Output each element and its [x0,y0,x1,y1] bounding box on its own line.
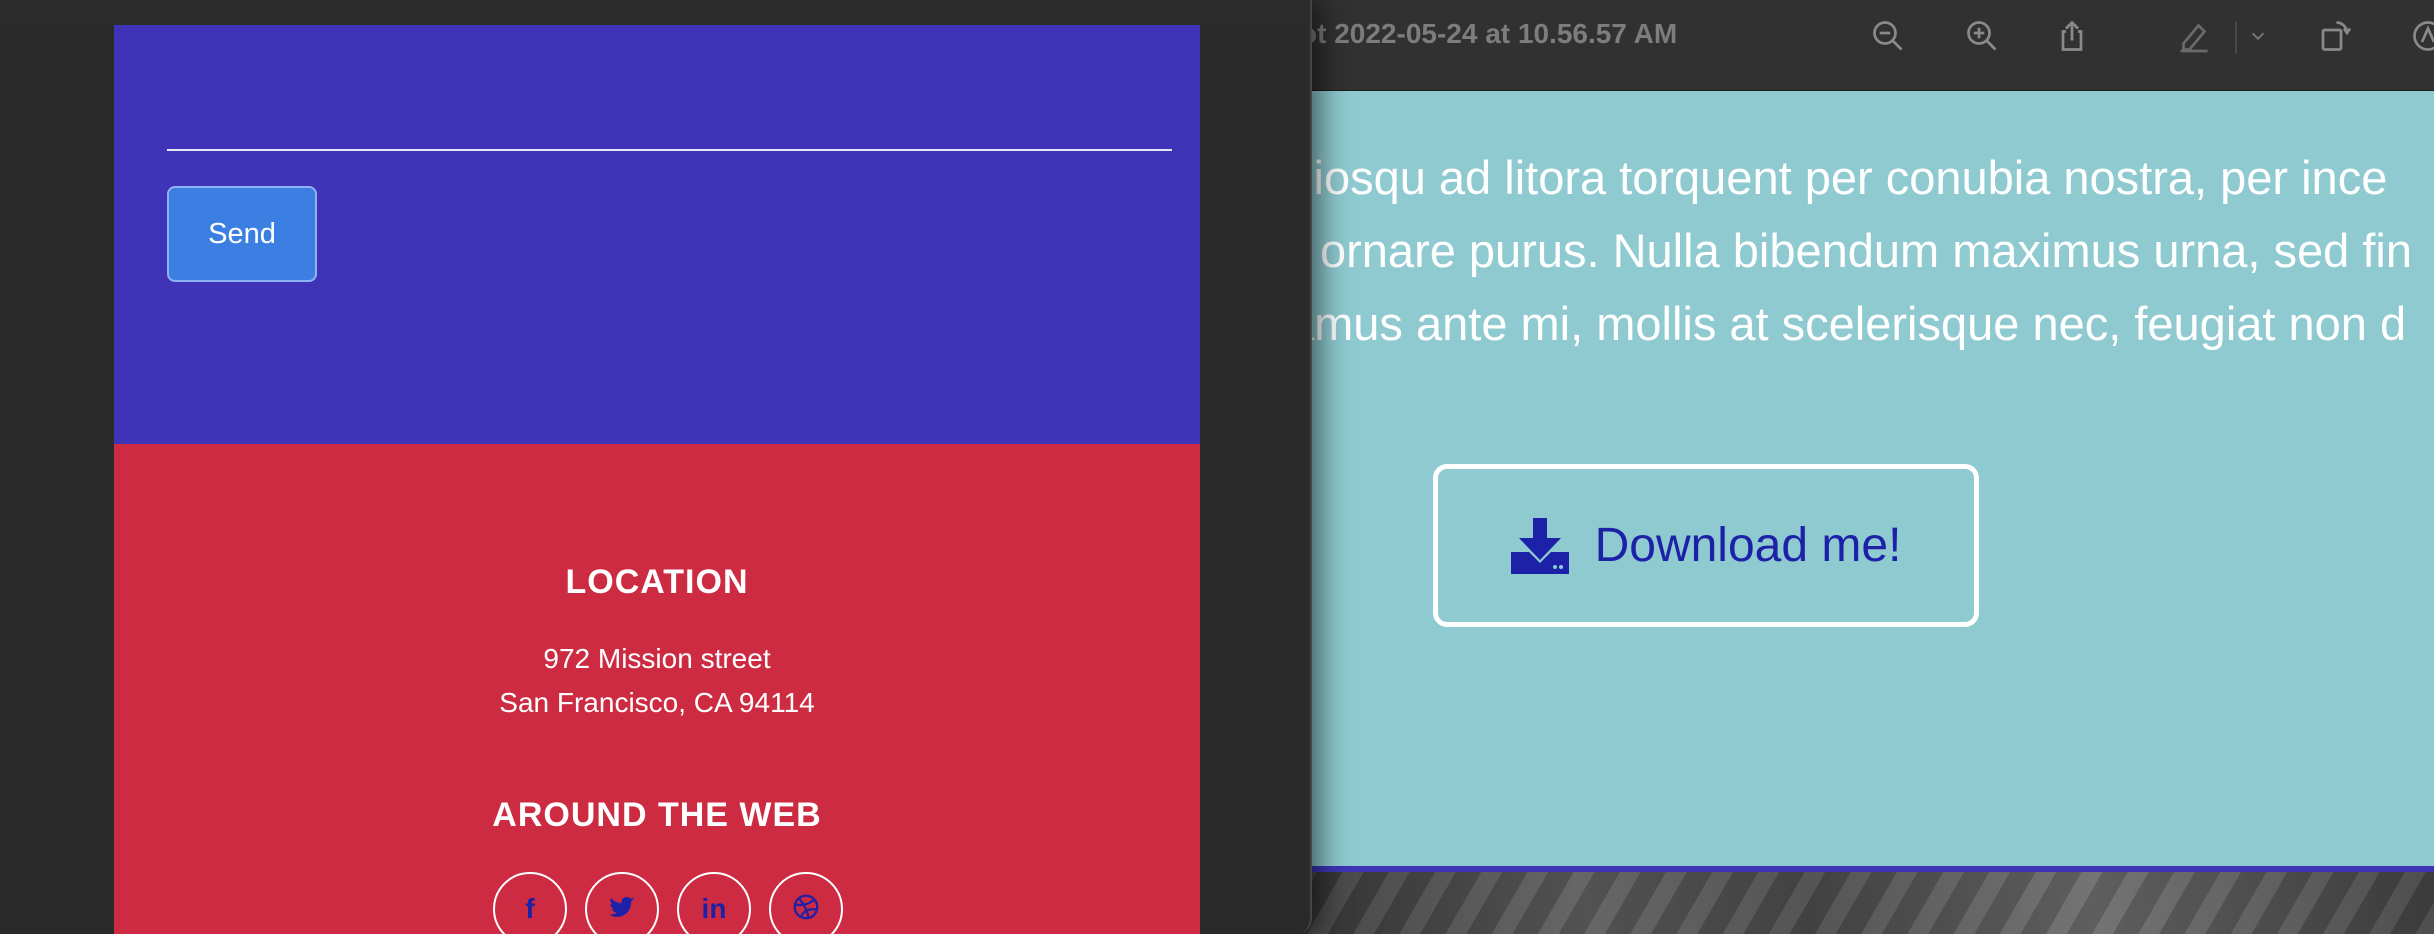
message-field-underline[interactable] [167,149,1172,151]
dribbble-link[interactable] [769,872,843,934]
rotate-icon[interactable] [2315,16,2355,56]
paragraph-line: ornare purus. Nulla bibendum maximus urn… [1320,224,2412,277]
preview-window: ot 2022-05-24 at 10.56.57 AM ciosqu ad l… [1250,0,2434,872]
around-the-web-heading: AROUND THE WEB [492,796,822,834]
chevron-down-icon[interactable] [2244,16,2272,56]
browser-window: Send LOCATION 972 Mission street San Fra… [0,0,1312,934]
dribbble-icon [791,892,821,927]
annotate-icon[interactable] [2408,16,2434,56]
page-bottom-border [1250,866,2434,872]
window-title: ot 2022-05-24 at 10.56.57 AM [1300,18,1678,49]
preview-toolbar: ot 2022-05-24 at 10.56.57 AM [1250,0,2434,91]
preview-document: ciosqu ad litora torquent per conubia no… [1250,91,2434,867]
browser-titlebar [0,0,1310,25]
location-heading: LOCATION [565,563,749,601]
download-icon [1510,517,1569,574]
twitter-icon [607,892,637,927]
share-icon[interactable] [2052,16,2092,56]
zoom-in-icon[interactable] [1962,16,2002,56]
contact-section: Send [114,25,1200,444]
twitter-link[interactable] [585,872,659,934]
download-label: Download me! [1594,519,1902,572]
send-button[interactable]: Send [167,186,317,282]
address: 972 Mission street San Francisco, CA 941… [114,637,1200,725]
desktop-wallpaper [1300,866,2434,934]
toolbar-divider [2235,22,2237,54]
address-line1: 972 Mission street [543,643,771,674]
address-line2: San Francisco, CA 94114 [499,687,815,718]
lorem-paragraph: ciosqu ad litora torquent per conubia no… [1250,141,2434,360]
footer: LOCATION 972 Mission street San Francisc… [114,444,1200,934]
linkedin-link[interactable]: in [677,872,751,934]
facebook-link[interactable]: f [493,872,567,934]
facebook-icon: f [525,893,535,924]
zoom-out-icon[interactable] [1868,16,1908,56]
linkedin-icon: in [701,893,727,924]
download-button[interactable]: Download me! [1433,464,1979,627]
markup-pen-icon[interactable] [2174,16,2214,56]
paragraph-line: amus ante mi, mollis at scelerisque nec,… [1288,297,2407,350]
web-page: Send LOCATION 972 Mission street San Fra… [114,25,1200,934]
paragraph-line: ciosqu ad litora torquent per conubia no… [1290,151,2388,204]
